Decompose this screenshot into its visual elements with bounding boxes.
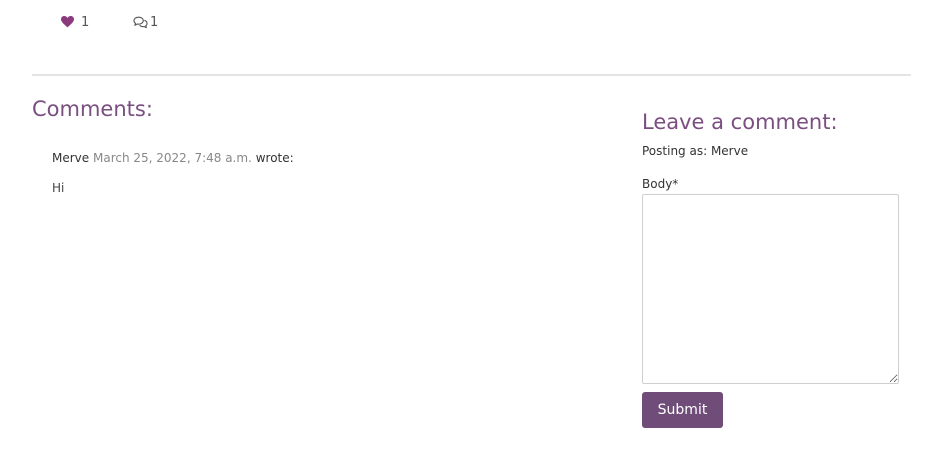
comment-body: Hi [52, 181, 65, 195]
comments-icon [133, 16, 148, 29]
comment-stat: 1 [133, 15, 158, 30]
comment-date: March 25, 2022, 7:48 a.m. [92, 151, 252, 165]
leave-comment-heading: Leave a comment: [642, 110, 838, 134]
comments-heading: Comments: [32, 97, 153, 121]
like-count: 1 [81, 14, 90, 30]
posting-as-text: Posting as: Merve [642, 144, 749, 158]
comment-wrote-label: wrote: [255, 151, 294, 165]
section-divider [32, 74, 911, 76]
comment-author: Merve [52, 151, 90, 165]
comment-meta: Merve March 25, 2022, 7:48 a.m. wrote: [52, 151, 294, 165]
post-stats: 1 1 [61, 13, 158, 31]
heart-icon[interactable] [61, 16, 74, 28]
body-field-label: Body* [642, 177, 679, 191]
comment-count: 1 [150, 14, 159, 30]
post-detail-page: 1 1 Comments: Merve March 25, 2022, 7:48… [0, 0, 939, 451]
like-stat[interactable]: 1 [61, 15, 133, 30]
submit-button[interactable]: Submit [642, 392, 723, 428]
comment-body-textarea[interactable] [642, 194, 899, 384]
